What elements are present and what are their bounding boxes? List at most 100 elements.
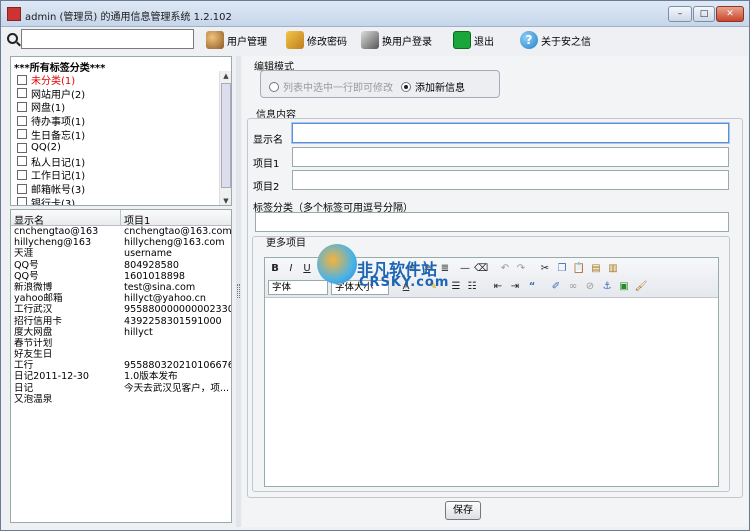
checkbox-icon[interactable]	[17, 88, 27, 99]
cell-display-name: 又泡温泉	[14, 393, 53, 405]
tag-item[interactable]: 邮箱帐号(3)	[17, 182, 85, 196]
brush-icon[interactable]: 🖌	[634, 280, 648, 294]
edit-source-icon[interactable]: ✐	[549, 280, 563, 294]
cell-display-name: 度大网盘	[14, 326, 53, 338]
grip-icon	[237, 284, 240, 298]
split-handle[interactable]	[236, 56, 241, 527]
table-row[interactable]: 日记 今天去武汉见客户，项...	[11, 383, 231, 394]
table-row[interactable]: hillycheng@163 hillycheng@163.com	[11, 237, 231, 248]
paste-text-icon[interactable]: ▤	[589, 262, 603, 276]
anchor-icon[interactable]: ⚓	[600, 280, 614, 294]
tag-label: 银行卡(3)	[31, 198, 76, 206]
tag-scrollbar[interactable]: ▲ ▼	[219, 71, 231, 205]
about-button[interactable]: ? 关于安之信	[520, 29, 591, 51]
quote-icon[interactable]: “	[525, 280, 539, 294]
cell-display-name: 日记	[14, 382, 34, 394]
table-row[interactable]: 工行 9558803202101066768	[11, 360, 231, 371]
cell-display-name: 工行武汉	[14, 304, 53, 316]
horizontal-rule-icon[interactable]: —	[458, 262, 472, 276]
table-row[interactable]: 日记2011-12-30 1.0版本发布	[11, 371, 231, 382]
cell-display-name: 好友生日	[14, 349, 53, 361]
scroll-thumb[interactable]	[221, 83, 231, 188]
scroll-up-icon[interactable]: ▲	[221, 71, 231, 81]
bullet-list-icon[interactable]: ☰	[449, 280, 463, 294]
checkbox-icon[interactable]	[17, 156, 27, 167]
tag-item[interactable]: 网盘(1)	[17, 100, 85, 114]
switch-user-button[interactable]: 换用户登录	[361, 29, 432, 51]
table-row[interactable]: 招行信用卡 4392258301591000	[11, 316, 231, 327]
tag-item[interactable]: QQ(2)	[17, 141, 85, 155]
checkbox-icon[interactable]	[17, 183, 27, 194]
item1-input[interactable]	[292, 147, 729, 167]
paste-icon[interactable]: 📋	[572, 262, 586, 276]
checkbox-icon[interactable]	[17, 197, 27, 205]
table-row[interactable]: QQ号 804928580	[11, 260, 231, 271]
tag-item[interactable]: 未分类(1)	[17, 73, 85, 87]
scroll-down-icon[interactable]: ▼	[221, 196, 231, 205]
link-icon[interactable]: ∞	[566, 280, 580, 294]
table-row[interactable]: cnchengtao@163 cnchengtao@163.com	[11, 226, 231, 237]
table-row[interactable]: yahoo邮箱 hillyct@yahoo.cn	[11, 293, 231, 304]
outdent-icon[interactable]: ⇤	[491, 280, 505, 294]
user-manage-button[interactable]: 用户管理	[206, 29, 267, 51]
maximize-button[interactable]: □	[693, 6, 715, 22]
undo-icon[interactable]: ↶	[498, 262, 512, 276]
tag-item[interactable]: 待办事项(1)	[17, 114, 85, 128]
left-panel: ***所有标签分类*** 未分类(1) 网站用户(2) 网盘(1) 待办事项(1) 生日…	[5, 56, 232, 527]
checkbox-icon[interactable]	[17, 169, 27, 180]
close-button[interactable]: ✕	[716, 6, 744, 22]
checkbox-icon[interactable]	[17, 101, 27, 112]
numbered-list-icon[interactable]: ☷	[465, 280, 479, 294]
checkbox-icon[interactable]	[17, 142, 27, 153]
table-row[interactable]: 又泡温泉	[11, 394, 231, 405]
tag-item[interactable]: 生日备忘(1)	[17, 127, 85, 142]
save-button[interactable]: 保存	[445, 501, 481, 520]
column-header-display-name[interactable]: 显示名	[11, 210, 121, 227]
underline-icon[interactable]: U	[300, 262, 314, 276]
exit-button[interactable]: 退出	[453, 29, 494, 51]
display-name-input[interactable]	[292, 123, 729, 143]
cell-item1: 4392258301591000	[124, 315, 222, 327]
indent-icon[interactable]: ⇥	[508, 280, 522, 294]
table-row[interactable]: 度大网盘 hillyct	[11, 327, 231, 338]
minimize-button[interactable]: –	[668, 6, 692, 22]
tag-item[interactable]: 工作日记(1)	[17, 168, 85, 182]
table-row[interactable]: 好友生日	[11, 349, 231, 360]
checkbox-icon[interactable]	[17, 129, 27, 140]
table-row[interactable]: 天涯 username	[11, 248, 231, 259]
tag-item[interactable]: 私人日记(1)	[17, 155, 85, 169]
image-icon[interactable]: ▣	[617, 280, 631, 294]
item1-label: 项目1	[253, 159, 280, 170]
search-input[interactable]	[21, 29, 194, 49]
item2-input[interactable]	[292, 170, 729, 190]
unlink-icon[interactable]: ⊘	[583, 280, 597, 294]
tag-item[interactable]: 网站用户(2)	[17, 87, 85, 101]
table-row[interactable]: 工行武汉 9558800000000023300	[11, 304, 231, 315]
cell-display-name: QQ号	[14, 270, 39, 282]
watermark: 非凡软件站 CRSKY.com	[317, 244, 448, 294]
redo-icon[interactable]: ↷	[514, 262, 528, 276]
table-row[interactable]: QQ号 1601018898	[11, 271, 231, 282]
radio-add-new[interactable]: 添加新信息	[401, 79, 465, 94]
radio-edit-selected[interactable]: 列表中选中一行即可修改	[269, 79, 393, 94]
exit-icon	[453, 31, 471, 49]
paste-word-icon[interactable]: ▥	[606, 262, 620, 276]
tag-item[interactable]: 银行卡(3)	[17, 195, 85, 206]
column-header-item1[interactable]: 项目1	[121, 210, 153, 227]
table-row[interactable]: 春节计划	[11, 338, 231, 349]
eraser-icon[interactable]: ⌫	[474, 262, 488, 276]
cut-icon[interactable]: ✂	[538, 262, 552, 276]
copy-icon[interactable]: ❐	[555, 262, 569, 276]
switch-user-icon	[361, 31, 379, 49]
cell-display-name: 工行	[14, 360, 34, 372]
checkbox-icon[interactable]	[17, 115, 27, 126]
cell-item1: 9558800000000023300	[124, 304, 231, 316]
checkbox-icon[interactable]	[17, 74, 27, 85]
bold-icon[interactable]: B	[268, 262, 282, 276]
italic-icon[interactable]: I	[284, 262, 298, 276]
table-row[interactable]: 新浪微博 test@sina.com	[11, 282, 231, 293]
align-justify-icon[interactable]: ≣	[438, 262, 452, 276]
cell-item1: username	[124, 248, 172, 260]
change-password-button[interactable]: 修改密码	[286, 29, 347, 51]
tags-input[interactable]	[255, 212, 729, 232]
